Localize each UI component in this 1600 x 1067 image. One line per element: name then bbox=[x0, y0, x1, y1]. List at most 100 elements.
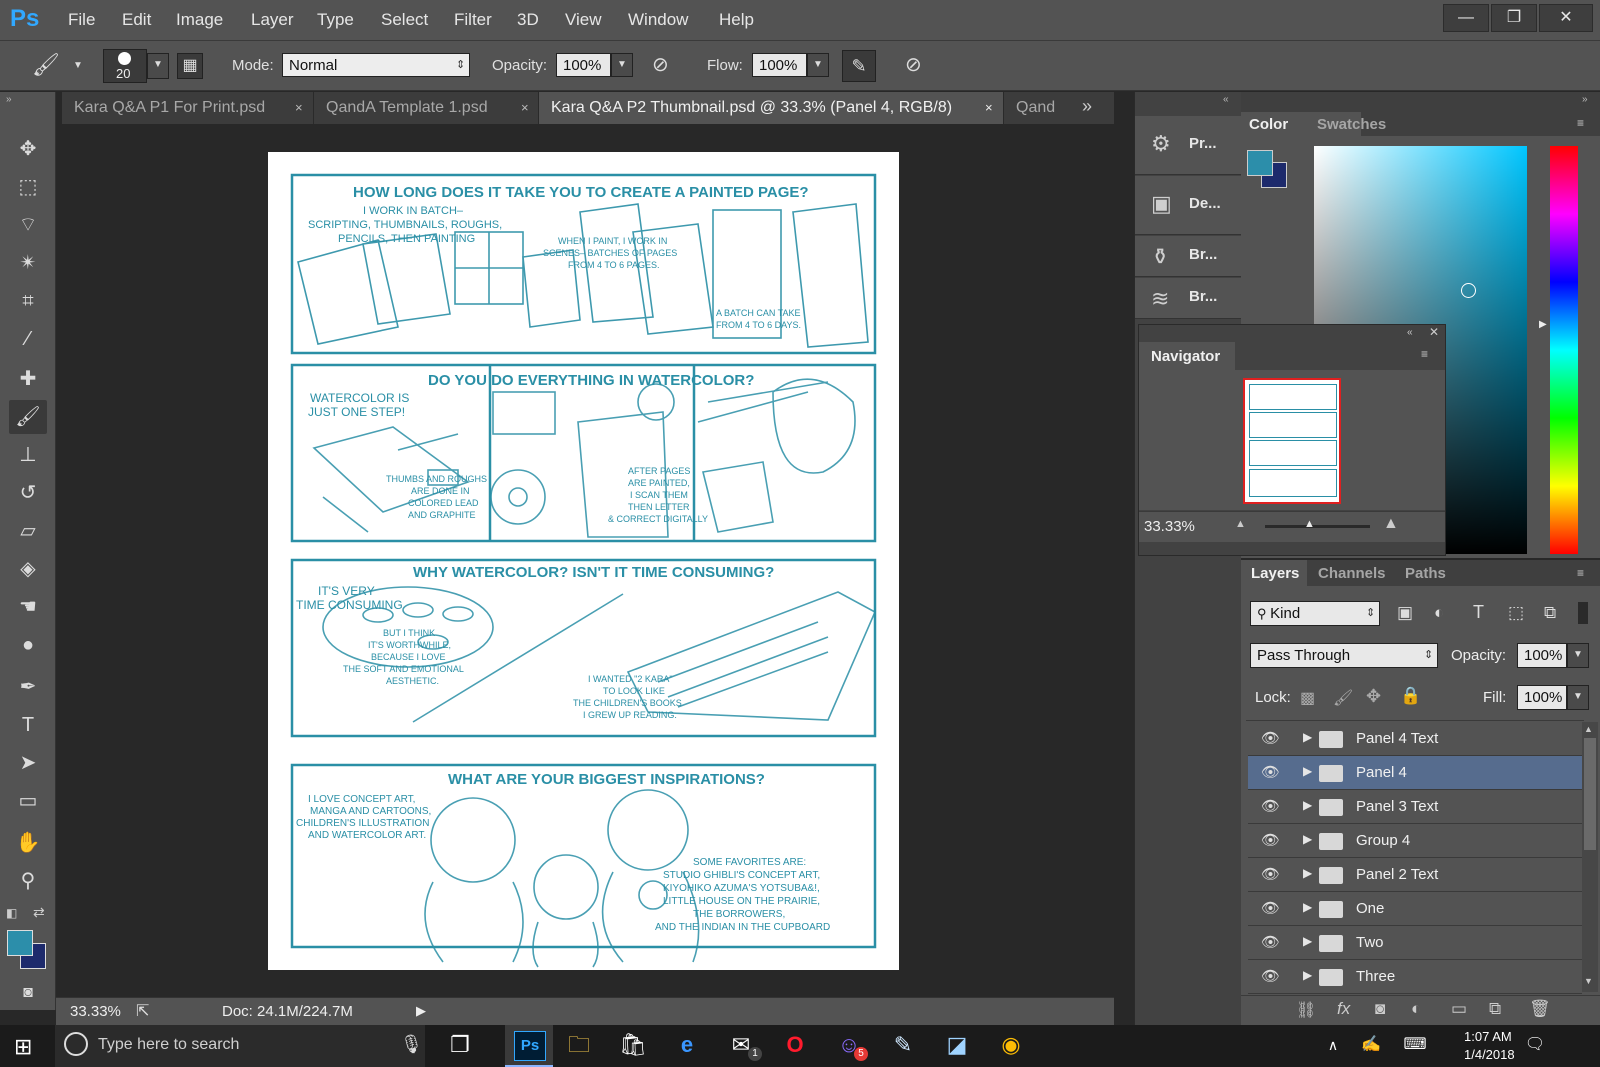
file-explorer-icon[interactable]: 🗀 bbox=[564, 1031, 594, 1059]
zoom-readout[interactable]: 33.33% bbox=[70, 1003, 121, 1020]
filter-pixel-icon[interactable]: ▣ bbox=[1397, 603, 1413, 623]
visibility-eye-icon[interactable]: 👁 bbox=[1261, 899, 1280, 917]
navigator-preview-area[interactable] bbox=[1139, 370, 1445, 510]
system-tray-chevron-icon[interactable]: ∧ bbox=[1318, 1031, 1348, 1059]
taskbar-search-box[interactable]: Type here to search 🎙 bbox=[55, 1025, 425, 1067]
healing-brush-icon[interactable]: ✚ bbox=[9, 362, 47, 396]
layer-row[interactable]: 👁 ▶ Three bbox=[1248, 960, 1582, 994]
expand-group-icon[interactable]: ▶ bbox=[1303, 764, 1312, 778]
magic-wand-icon[interactable]: ✴ bbox=[9, 246, 47, 280]
brush-tool-icon[interactable]: 🖌 bbox=[9, 400, 47, 434]
zoom-tool-icon[interactable]: ⚲ bbox=[9, 864, 47, 898]
tab-paths[interactable]: Paths bbox=[1405, 565, 1446, 582]
zoom-in-icon[interactable]: ▲ bbox=[1383, 515, 1399, 533]
panel-menu-icon[interactable]: ≡ bbox=[1421, 347, 1428, 361]
menu-filter[interactable]: Filter bbox=[454, 10, 492, 30]
lock-all-icon[interactable]: 🔒 bbox=[1400, 686, 1421, 706]
task-view-icon[interactable]: ❐ bbox=[445, 1031, 475, 1059]
pen-tool-icon[interactable]: ✒ bbox=[9, 670, 47, 704]
visibility-eye-icon[interactable]: 👁 bbox=[1261, 729, 1280, 747]
brush-size-picker[interactable]: 20 bbox=[103, 49, 147, 83]
foreground-color-swatch[interactable] bbox=[7, 930, 33, 956]
microphone-icon[interactable]: 🎙 bbox=[400, 1034, 423, 1055]
filter-toggle[interactable] bbox=[1578, 602, 1588, 624]
brush-panel-toggle-icon[interactable]: ▦ bbox=[177, 53, 203, 79]
visibility-eye-icon[interactable]: 👁 bbox=[1261, 797, 1280, 815]
move-tool-icon[interactable]: ✥ bbox=[9, 132, 47, 166]
filter-adjustment-icon[interactable]: ◐ bbox=[1434, 603, 1444, 623]
layer-row[interactable]: 👁 ▶ Group 4 bbox=[1248, 824, 1582, 858]
flow-input[interactable]: 100% bbox=[752, 53, 807, 77]
tab-qand-overflow[interactable]: Qand bbox=[1004, 92, 1064, 124]
expand-panel-icon[interactable]: » bbox=[6, 94, 12, 105]
store-icon[interactable]: 🛍 bbox=[618, 1031, 648, 1059]
menu-view[interactable]: View bbox=[565, 10, 602, 30]
airbrush-icon[interactable]: ✎ bbox=[842, 50, 876, 82]
lock-position-icon[interactable]: ✥ bbox=[1366, 686, 1381, 707]
layer-filter-kind[interactable]: ⚲ Kind bbox=[1250, 601, 1380, 626]
tab-kara-p1[interactable]: Kara Q&A P1 For Print.psd bbox=[62, 92, 314, 124]
crop-tool-icon[interactable]: ⌗ bbox=[9, 284, 47, 318]
zoom-slider[interactable] bbox=[1265, 525, 1370, 528]
expand-panels-icon[interactable]: » bbox=[1582, 94, 1588, 105]
document-canvas[interactable]: HOW LONG DOES IT TAKE YOU TO CREATE A PA… bbox=[268, 152, 899, 970]
lock-pixels-icon[interactable]: 🖌 bbox=[1333, 688, 1353, 708]
eyedropper-icon[interactable]: ⁄ bbox=[9, 322, 47, 356]
marquee-tool-icon[interactable]: ⬚ bbox=[9, 170, 47, 204]
filter-shape-icon[interactable]: ⬚ bbox=[1508, 603, 1524, 623]
expand-group-icon[interactable]: ▶ bbox=[1303, 900, 1312, 914]
pressure-opacity-icon[interactable]: ⊘ bbox=[652, 52, 669, 77]
chrome-icon[interactable]: ◉ bbox=[996, 1031, 1026, 1059]
layer-row[interactable]: 👁 ▶ Panel 2 Text bbox=[1248, 858, 1582, 892]
dock-brushes[interactable]: ⚱ Br... bbox=[1135, 236, 1241, 277]
windows-start-icon[interactable]: ⊞ bbox=[14, 1034, 32, 1060]
menu-image[interactable]: Image bbox=[176, 10, 223, 30]
fill-dropdown[interactable]: ▼ bbox=[1567, 685, 1589, 710]
action-center-icon[interactable]: 🗨 bbox=[1520, 1031, 1550, 1059]
collapse-navigator-icon[interactable]: « bbox=[1407, 327, 1413, 338]
panel-menu-icon[interactable]: ≡ bbox=[1577, 116, 1584, 130]
color-foreground-swatch[interactable] bbox=[1247, 150, 1273, 176]
new-group-icon[interactable]: ▭ bbox=[1451, 999, 1467, 1019]
menu-type[interactable]: Type bbox=[317, 10, 354, 30]
close-tab-icon[interactable]: × bbox=[521, 92, 529, 124]
smudge-tool-icon[interactable]: ☚ bbox=[9, 590, 47, 624]
visibility-eye-icon[interactable]: 👁 bbox=[1261, 933, 1280, 951]
eraser-icon[interactable]: ▱ bbox=[9, 514, 47, 548]
navigator-thumbnail[interactable] bbox=[1243, 378, 1341, 504]
scroll-thumb[interactable] bbox=[1584, 738, 1596, 850]
export-icon[interactable]: ⇱ bbox=[136, 1001, 149, 1021]
panel-menu-icon[interactable]: ≡ bbox=[1577, 566, 1584, 580]
opera-icon[interactable]: O bbox=[780, 1031, 810, 1059]
path-selection-icon[interactable]: ➤ bbox=[9, 746, 47, 780]
layer-row-selected[interactable]: 👁 ▶ Panel 4 bbox=[1248, 756, 1582, 790]
layer-opacity-input[interactable]: 100% bbox=[1517, 643, 1567, 668]
brush-tool-preset-icon[interactable]: 🖌 bbox=[32, 52, 60, 78]
clock-date[interactable]: 1/4/2018 bbox=[1464, 1047, 1515, 1062]
close-tab-icon[interactable]: × bbox=[295, 92, 303, 124]
photoshop-taskbar-icon[interactable]: Ps bbox=[514, 1031, 546, 1061]
tab-swatches[interactable]: Swatches bbox=[1317, 116, 1386, 133]
lock-transparency-icon[interactable]: ▩ bbox=[1300, 688, 1315, 708]
layer-row[interactable]: 👁 ▶ Two bbox=[1248, 926, 1582, 960]
brush-size-dropdown[interactable]: ▼ bbox=[147, 53, 169, 79]
filter-type-icon[interactable]: T bbox=[1473, 602, 1484, 623]
menu-select[interactable]: Select bbox=[381, 10, 428, 30]
hand-tool-icon[interactable]: ✋ bbox=[9, 826, 47, 860]
tab-channels[interactable]: Channels bbox=[1318, 565, 1386, 582]
tab-kara-p2-thumbnail[interactable]: Kara Q&A P2 Thumbnail.psd @ 33.3% (Panel… bbox=[539, 92, 1004, 124]
opacity-input[interactable]: 100% bbox=[556, 53, 611, 77]
expand-group-icon[interactable]: ▶ bbox=[1303, 730, 1312, 744]
hue-slider[interactable] bbox=[1550, 146, 1578, 554]
default-colors-icon[interactable]: ◧ bbox=[6, 906, 17, 920]
expand-group-icon[interactable]: ▶ bbox=[1303, 798, 1312, 812]
menu-3d[interactable]: 3D bbox=[517, 10, 539, 30]
dock-brush-presets[interactable]: ≋ Br... bbox=[1135, 278, 1241, 319]
collapse-dock-icon[interactable]: « bbox=[1223, 94, 1229, 105]
dock-properties[interactable]: ⚙ Pr... bbox=[1135, 116, 1241, 175]
dodge-tool-icon[interactable]: ● bbox=[9, 628, 47, 662]
dock-device-preview[interactable]: ▣ De... bbox=[1135, 176, 1241, 235]
layer-row[interactable]: 👁 ▶ Panel 4 Text bbox=[1248, 722, 1582, 756]
blend-mode-select[interactable]: Pass Through bbox=[1250, 643, 1438, 668]
pressure-size-icon[interactable]: ⊘ bbox=[905, 52, 922, 77]
